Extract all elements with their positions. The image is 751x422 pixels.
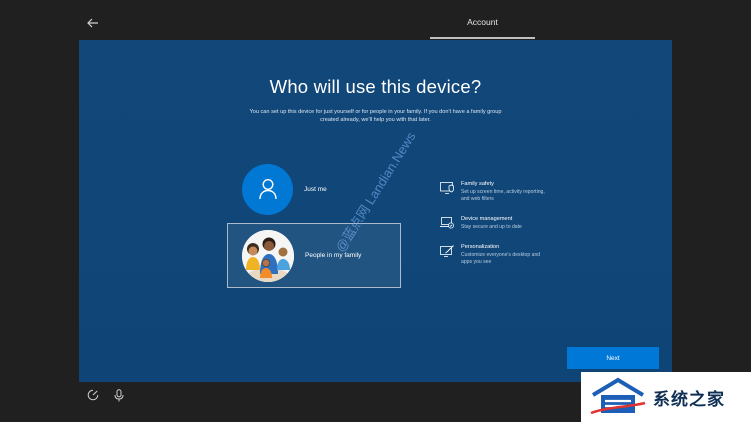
feature-family-safety-desc: Set up screen time, activity reporting, … xyxy=(461,188,545,203)
option-family[interactable]: People in my family xyxy=(227,223,401,288)
feature-device-management: Device management Stay secure and up to … xyxy=(440,216,550,231)
next-button[interactable]: Next xyxy=(567,347,659,369)
main-panel: Who will use this device? You can set up… xyxy=(79,40,672,382)
house-logo-icon xyxy=(590,377,646,415)
feature-personalization-title: Personalization xyxy=(461,244,500,250)
feature-personalization-desc: Customize everyone's desktop and apps yo… xyxy=(461,251,541,266)
tab-account: Account xyxy=(467,17,498,27)
feature-family-safety-title: Family safety xyxy=(461,181,494,187)
oobe-window: Account Who will use this device? You ca… xyxy=(0,0,751,422)
site-logo: 系统之家 xyxy=(581,372,751,422)
back-button[interactable] xyxy=(84,14,102,32)
feature-device-management-desc: Stay secure and up to date xyxy=(461,223,522,230)
option-just-me-label: Just me xyxy=(304,185,327,193)
top-bar: Account xyxy=(0,0,751,40)
tab-underline xyxy=(430,37,535,39)
brush-monitor-icon xyxy=(440,245,454,257)
back-arrow-icon xyxy=(87,18,98,28)
shield-monitor-icon xyxy=(440,182,454,194)
person-icon xyxy=(242,163,293,215)
logo-text: 系统之家 xyxy=(653,389,725,410)
laptop-check-icon xyxy=(440,217,454,229)
microphone-icon[interactable] xyxy=(112,388,126,402)
page-title: Who will use this device? xyxy=(269,76,482,97)
feature-personalization: Personalization Customize everyone's des… xyxy=(440,244,550,267)
feature-device-management-title: Device management xyxy=(461,216,513,222)
family-illustration-icon xyxy=(242,229,294,282)
accessibility-icon[interactable] xyxy=(86,388,100,402)
page-description: You can set up this device for just your… xyxy=(249,109,502,123)
option-family-label: People in my family xyxy=(305,252,362,259)
feature-family-safety: Family safety Set up screen time, activi… xyxy=(440,181,550,204)
